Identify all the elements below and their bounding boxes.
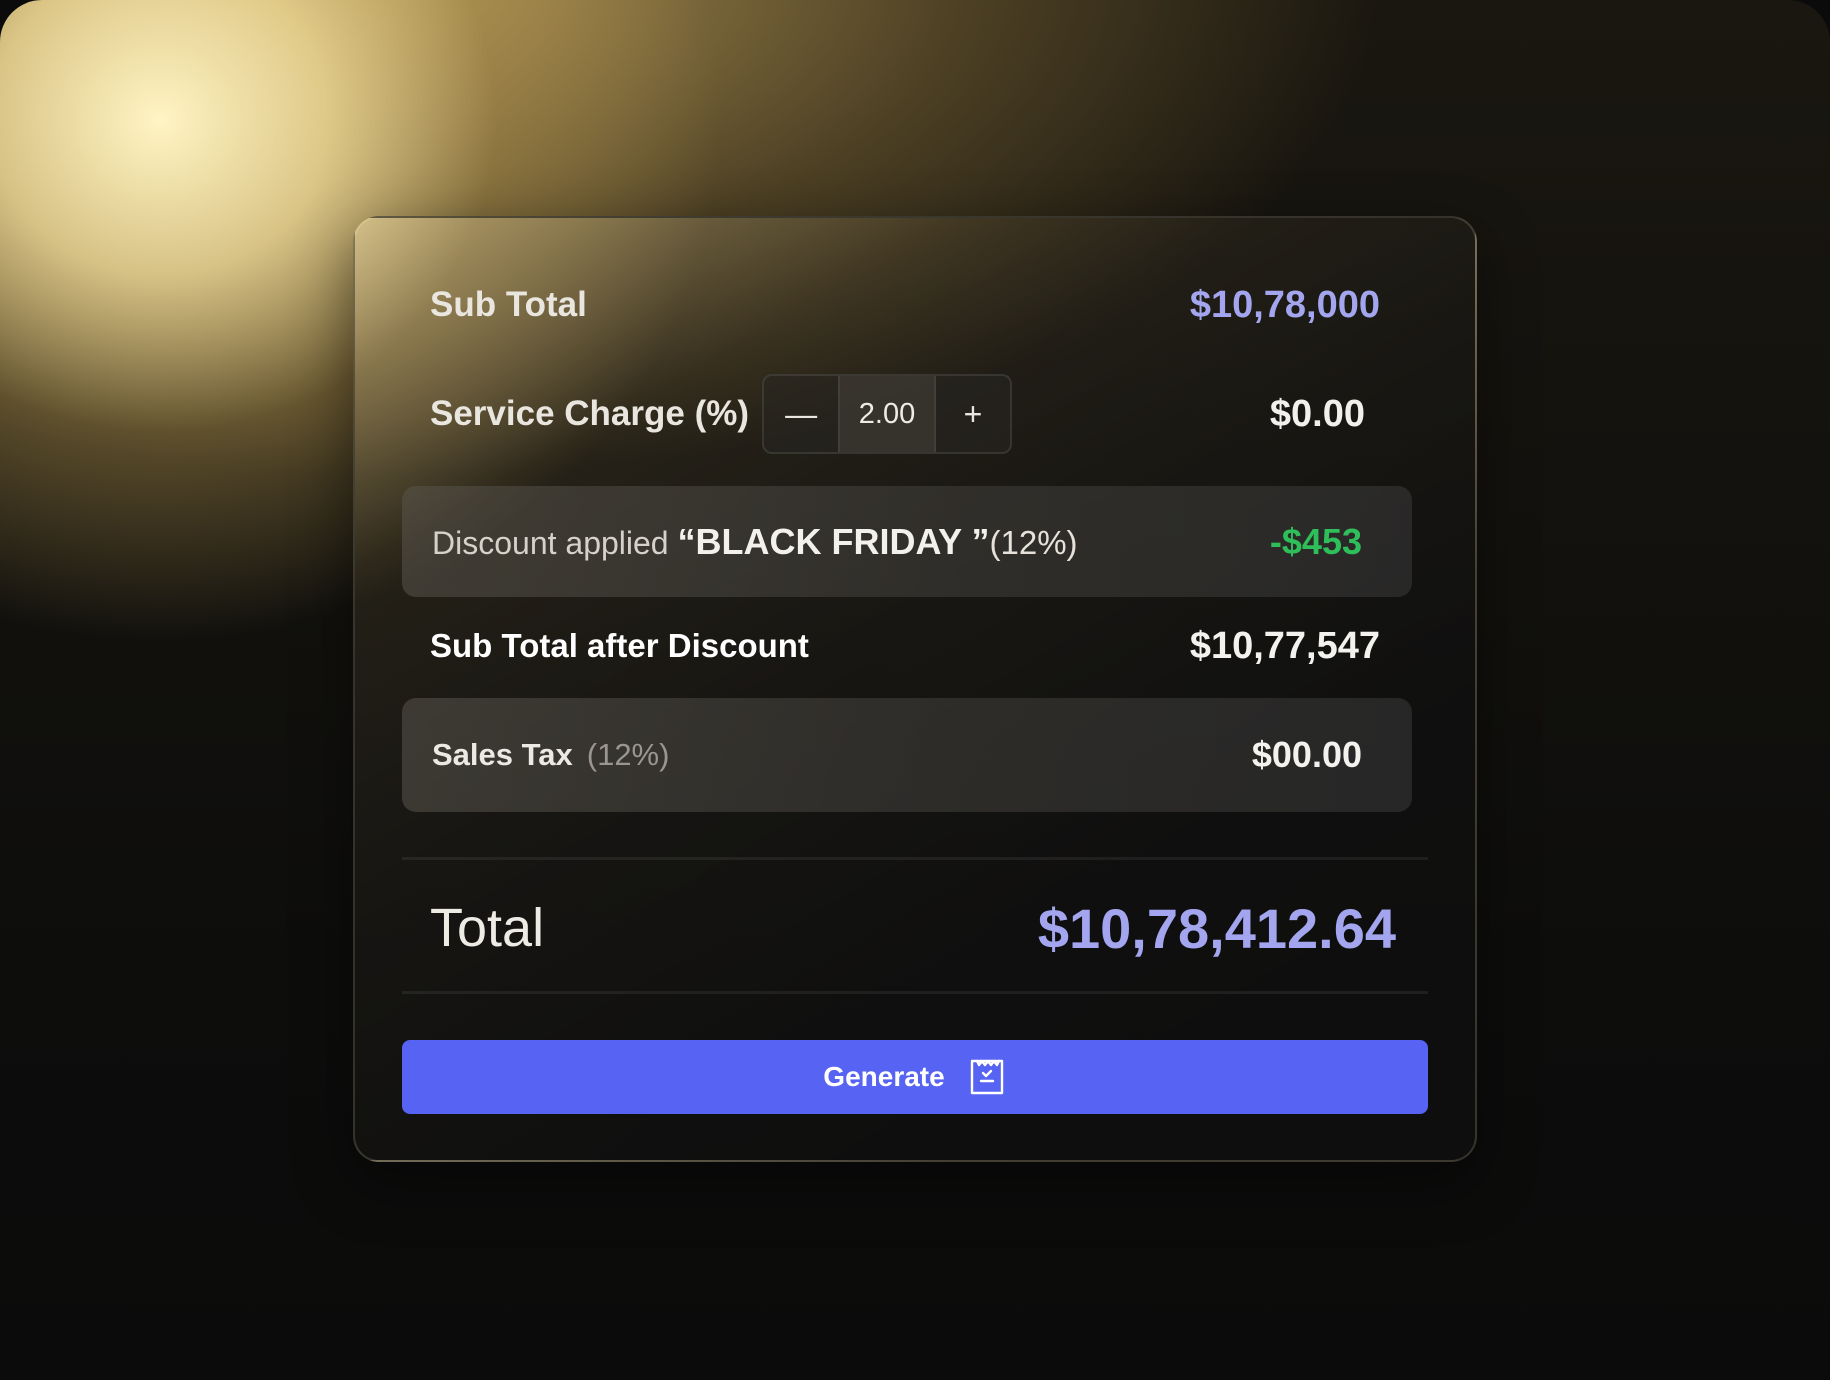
order-summary-card — [353, 216, 1477, 1162]
generate-label: Generate — [823, 1061, 945, 1092]
sales-tax-value: $00.00 — [1251, 734, 1362, 775]
service-charge-stepper[interactable]: — 2.00 + — [762, 374, 1012, 454]
background: Sub Total $10,78,000 Service Charge (%) … — [0, 0, 1830, 1380]
decrement-button[interactable]: — — [764, 376, 838, 452]
discount-value: -$453 — [1269, 520, 1362, 562]
total-label: Total — [430, 898, 545, 958]
discount-prefix: Discount applied — [432, 524, 669, 561]
sales-tax-label-group: Sales Tax (12%) — [432, 737, 669, 773]
sales-tax-label: Sales Tax — [432, 737, 573, 772]
service-charge-input[interactable]: 2.00 — [838, 376, 936, 452]
sub-total-value: $10,78,000 — [1189, 283, 1380, 326]
generate-button[interactable]: Generate — [402, 1040, 1428, 1114]
sales-tax-percent: (12%) — [586, 737, 670, 772]
total-value: $10,78,412.64 — [1037, 896, 1396, 960]
service-charge-value: $0.00 — [1269, 392, 1365, 435]
sub-total-after-discount-row: Sub Total after Discount $10,77,547 — [430, 616, 1380, 676]
discount-code: “BLACK FRIDAY ” — [677, 520, 990, 562]
sales-tax-row: Sales Tax (12%) $00.00 — [402, 698, 1412, 812]
discount-description: Discount applied “BLACK FRIDAY ”(12%) — [432, 521, 1078, 563]
sub-total-after-discount-label: Sub Total after Discount — [430, 627, 809, 664]
discount-percent: (12%) — [989, 523, 1078, 561]
sub-total-after-discount-value: $10,77,547 — [1189, 624, 1380, 667]
sub-total-label: Sub Total — [430, 285, 587, 324]
increment-button[interactable]: + — [936, 376, 1010, 452]
divider-bottom — [402, 991, 1428, 994]
divider-top — [402, 857, 1428, 860]
sub-total-row: Sub Total $10,78,000 — [430, 272, 1380, 338]
service-charge-label: Service Charge (%) — [430, 394, 750, 433]
discount-row: Discount applied “BLACK FRIDAY ”(12%) -$… — [402, 486, 1412, 597]
total-row: Total $10,78,412.64 — [430, 884, 1396, 972]
receipt-icon — [967, 1057, 1007, 1097]
